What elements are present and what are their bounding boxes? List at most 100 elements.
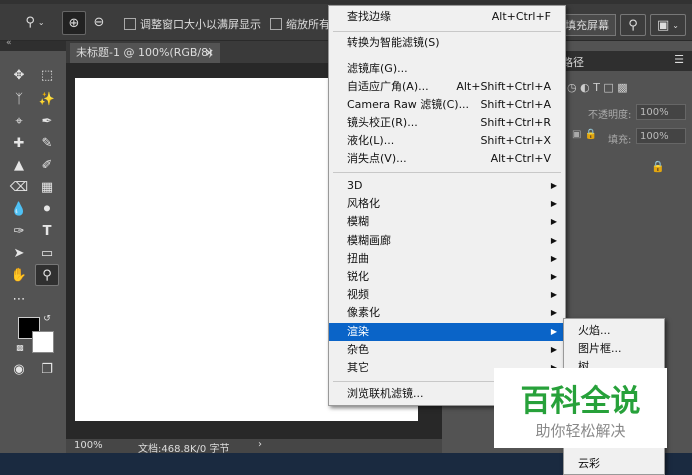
blur-tool-icon[interactable]: 💧 — [8, 199, 30, 219]
opacity-field[interactable]: 100% — [636, 104, 686, 120]
menu-item-label: 锐化 — [347, 270, 369, 283]
dodge-tool-icon[interactable]: ⚫ — [36, 199, 58, 219]
path-selection-tool-icon[interactable]: ➤ — [8, 243, 30, 263]
menu-separator — [333, 172, 561, 173]
menu-separator — [333, 31, 561, 32]
zoom-level[interactable]: 100% — [74, 440, 103, 451]
filter-icons[interactable]: ◷ ◐ T □ ▩ — [567, 81, 628, 94]
menu-item-top-0[interactable]: 查找边缘 Alt+Ctrl+F — [329, 8, 565, 26]
menu-item-shortcut: Shift+Ctrl+X — [480, 134, 551, 147]
menu-item-mid-4[interactable]: 液化(L)... Shift+Ctrl+X — [329, 132, 565, 150]
panel-menu-icon[interactable]: ☰ — [674, 53, 684, 66]
pen-tool-icon[interactable]: ✑ — [8, 221, 30, 241]
menu-item-label: 模糊 — [347, 215, 369, 229]
fill-label: 填充: — [608, 135, 632, 146]
render-item-0[interactable]: 火焰... — [564, 322, 664, 340]
resize-windows-label: 调整窗口大小以满屏显示 — [140, 18, 261, 31]
watermark: 百科全说 助你轻松解决 — [494, 368, 667, 448]
swap-colors-icon[interactable]: ↺ — [40, 313, 54, 325]
quick-mask-icon[interactable]: ◉ — [8, 359, 30, 379]
menu-item-submenu-4[interactable]: 扭曲 ▶ — [329, 250, 565, 268]
close-tab-icon[interactable]: × — [205, 43, 214, 63]
menu-item-label: 消失点(V)... — [347, 152, 407, 165]
eyedropper-tool-icon[interactable]: ✒ — [36, 111, 58, 131]
menu-item-label: 3D — [347, 179, 363, 192]
marquee-tool-icon[interactable]: ⬚ — [36, 65, 58, 85]
zoom-tool-preset-picker[interactable]: ⚲ ⌄ — [18, 11, 52, 33]
menu-item-submenu-7[interactable]: 像素化 ▶ — [329, 304, 565, 322]
menu-item-shortcut: Alt+Ctrl+V — [490, 152, 551, 165]
render-item-3[interactable]: 云彩 — [564, 455, 664, 473]
menu-item-mid-2[interactable]: Camera Raw 滤镜(C)... Shift+Ctrl+A — [329, 96, 565, 114]
render-item-1[interactable]: 图片框... — [564, 340, 664, 358]
menu-item-mid-0[interactable]: 滤镜库(G)... — [329, 60, 565, 78]
search-button[interactable]: ⚲ — [620, 14, 646, 36]
menu-item-mid-5[interactable]: 消失点(V)... Alt+Ctrl+V — [329, 150, 565, 168]
zoom-in-button[interactable]: ⊕ — [62, 11, 86, 35]
menu-item-submenu-9[interactable]: 杂色 ▶ — [329, 341, 565, 359]
fill-field[interactable]: 100% — [636, 128, 686, 144]
eraser-tool-icon[interactable]: ⌫ — [8, 177, 30, 197]
zoom-icon: ⚲ — [25, 14, 35, 30]
submenu-arrow-icon: ▶ — [550, 344, 557, 354]
status-bar: 100% 文档:468.8K/0 字节 › — [66, 439, 442, 455]
screen-mode-icon[interactable]: ❐ — [36, 359, 58, 379]
fill-screen-button[interactable]: 填充屏幕 — [558, 14, 616, 36]
zoom-tool-icon[interactable]: ⚲ — [35, 264, 59, 286]
menu-item-mid-1[interactable]: 自适应广角(A)... Alt+Shift+Ctrl+A — [329, 78, 565, 96]
submenu-arrow-icon: ▶ — [550, 308, 557, 318]
gradient-tool-icon[interactable]: ▦ — [36, 177, 58, 197]
menu-item-label: 镜头校正(R)... — [347, 116, 418, 129]
menu-item-label: 风格化 — [347, 197, 380, 211]
menu-item-label: 滤镜库(G)... — [347, 62, 408, 75]
more-tools-icon[interactable]: ⋯ — [8, 289, 30, 309]
submenu-arrow-icon: ▶ — [550, 290, 557, 300]
crop-tool-icon[interactable]: ⌖ — [8, 111, 30, 131]
menu-item-mid-3[interactable]: 镜头校正(R)... Shift+Ctrl+R — [329, 114, 565, 132]
menu-item-top-1[interactable]: 转换为智能滤镜(S) — [329, 34, 565, 52]
zoom-out-icon: ⊖ — [93, 14, 105, 30]
type-tool-icon[interactable]: T — [36, 221, 58, 241]
menu-item-submenu-5[interactable]: 锐化 ▶ — [329, 268, 565, 286]
toolbar-header: « — [0, 38, 66, 51]
menu-item-submenu-1[interactable]: 风格化 ▶ — [329, 195, 565, 213]
lasso-tool-icon[interactable]: ᛉ — [8, 89, 30, 109]
clone-stamp-tool-icon[interactable]: ▲ — [8, 155, 30, 175]
menu-item-submenu-6[interactable]: 视频 ▶ — [329, 286, 565, 304]
menu-item-submenu-3[interactable]: 模糊画廊 ▶ — [329, 232, 565, 250]
watermark-subtitle: 助你轻松解决 — [535, 422, 626, 440]
tools-panel: ✥ ⬚ ᛉ ✨ ⌖ ✒ ✚ ✎ ▲ ✐ ⌫ ▦ 💧 ⚫ ✑ T ➤ ▭ ✋ ⚲ … — [0, 51, 66, 475]
menu-item-label: 扭曲 — [347, 251, 369, 265]
menu-item-label: 其它 — [347, 361, 369, 374]
submenu-arrow-icon: ▶ — [550, 181, 557, 190]
healing-brush-tool-icon[interactable]: ✚ — [8, 133, 30, 153]
zoom-out-button[interactable]: ⊖ — [88, 11, 110, 33]
menu-item-submenu-8[interactable]: 渲染 ▶ — [329, 322, 565, 341]
render-item-label: 图片框... — [578, 342, 622, 355]
background-color-swatch[interactable] — [32, 331, 54, 353]
menu-item-label: 模糊画廊 — [347, 233, 391, 247]
zoom-in-icon: ⊕ — [68, 15, 80, 31]
zoom-all-windows-checkbox[interactable] — [270, 18, 282, 30]
menu-item-submenu-0[interactable]: 3D ▶ — [329, 177, 565, 195]
menu-item-submenu-2[interactable]: 模糊 ▶ — [329, 213, 565, 231]
resize-windows-checkbox[interactable] — [124, 18, 136, 30]
collapse-icon[interactable]: « — [6, 38, 12, 48]
hand-tool-icon[interactable]: ✋ — [8, 265, 30, 285]
zoom-all-windows-label: 缩放所有 — [286, 18, 330, 31]
brush-tool-icon[interactable]: ✎ — [36, 133, 58, 153]
workspace-switcher[interactable]: ▣ ⌄ — [650, 14, 686, 36]
lock-icon: 🔒 — [651, 160, 665, 173]
chevron-down-icon: ⌄ — [672, 20, 679, 30]
render-item-label: 云彩 — [578, 457, 600, 470]
magic-wand-tool-icon[interactable]: ✨ — [36, 89, 58, 109]
lock-icons[interactable]: ▣ 🔒 — [572, 129, 597, 140]
default-colors-icon[interactable]: ▩ — [14, 341, 26, 353]
history-brush-tool-icon[interactable]: ✐ — [36, 155, 58, 175]
document-tab[interactable]: 未标题-1 @ 100%(RGB/8) × — [70, 43, 220, 63]
menu-item-label: 转换为智能滤镜(S) — [347, 36, 440, 49]
rectangle-tool-icon[interactable]: ▭ — [36, 243, 58, 263]
move-tool-icon[interactable]: ✥ — [8, 65, 30, 85]
submenu-arrow-icon: ▶ — [550, 326, 557, 336]
status-menu-arrow[interactable]: › — [258, 439, 262, 450]
